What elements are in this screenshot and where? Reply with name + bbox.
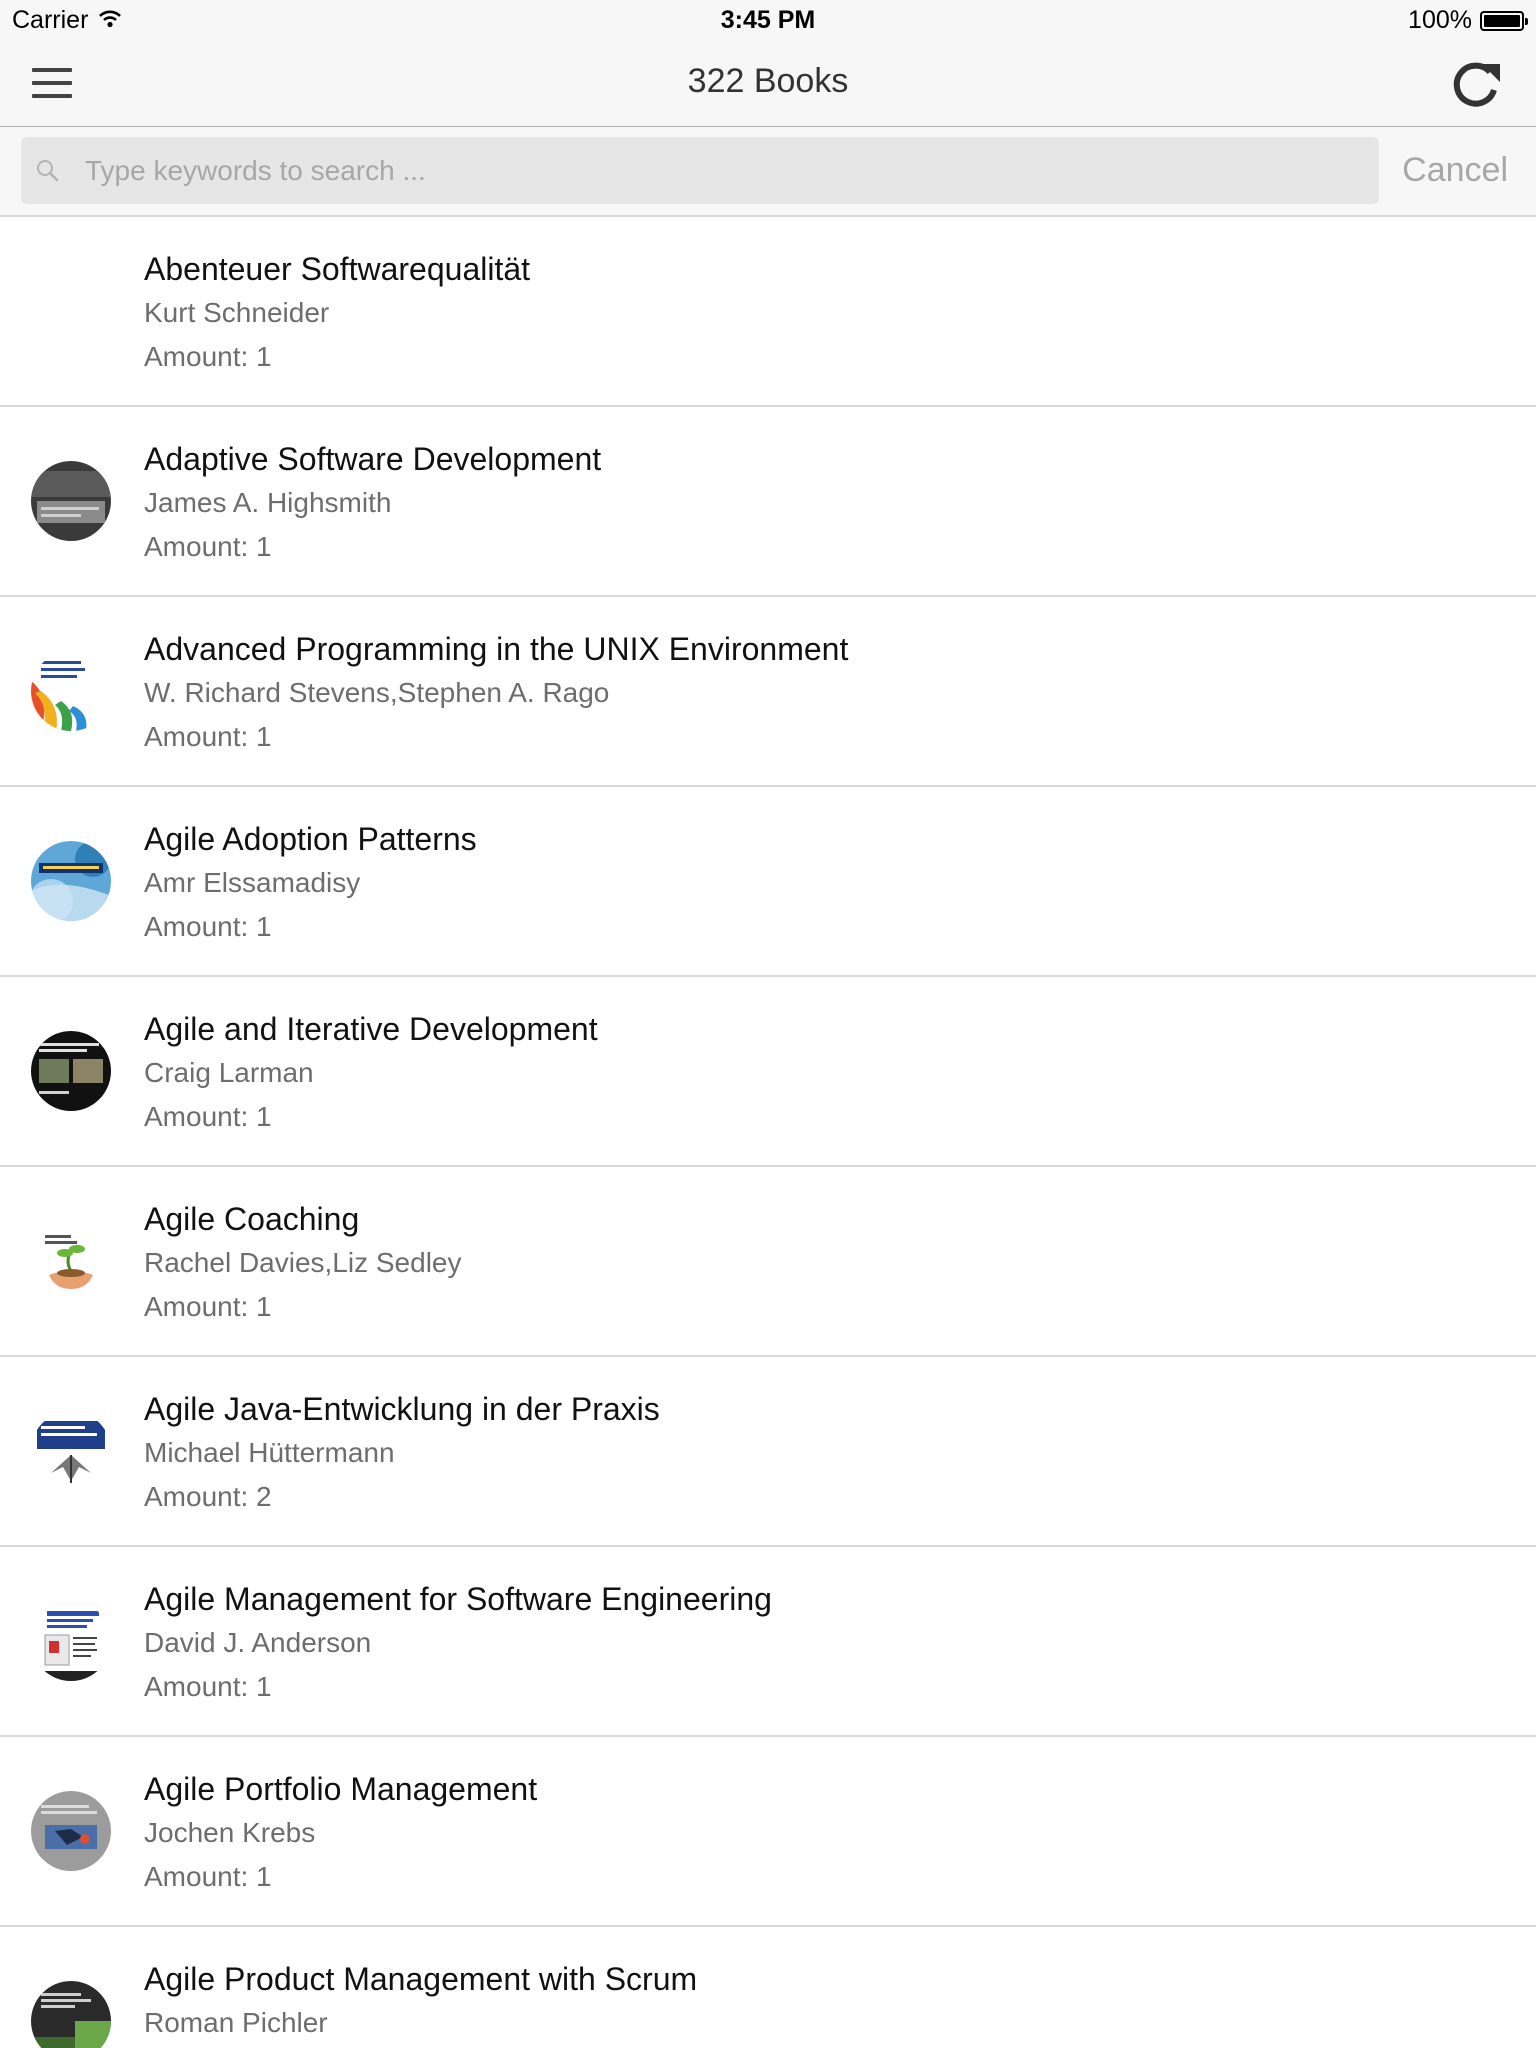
book-author: David J. Anderson xyxy=(144,1627,372,1658)
book-title: Agile Coaching xyxy=(144,1201,360,1237)
book-title: Abenteuer Softwarequalität xyxy=(144,251,531,287)
book-title: Agile Adoption Patterns xyxy=(144,821,477,857)
battery-group: 100% xyxy=(1408,6,1528,35)
book-author: W. Richard Stevens,Stephen A. Rago xyxy=(144,677,610,708)
book-cover-thumbnail xyxy=(31,841,111,921)
battery-fill xyxy=(1484,14,1520,27)
search-field[interactable] xyxy=(21,137,1379,204)
book-amount: Amount: 1 xyxy=(144,911,272,942)
book-amount: Amount: 1 xyxy=(144,1291,272,1322)
battery-percent: 100% xyxy=(1408,6,1472,34)
book-author: Kurt Schneider xyxy=(144,297,330,328)
book-author: Amr Elssamadisy xyxy=(144,867,361,898)
book-cover-thumbnail xyxy=(31,1791,111,1871)
book-row[interactable]: Agile Adoption Patterns Amr Elssamadisy … xyxy=(0,787,1536,977)
book-row[interactable]: Agile and Iterative Development Craig La… xyxy=(0,977,1536,1167)
search-icon xyxy=(35,158,61,184)
book-title: Agile Management for Software Engineerin… xyxy=(144,1581,772,1617)
book-author: Michael Hüttermann xyxy=(144,1437,395,1468)
battery-nub xyxy=(1525,17,1528,25)
book-amount: Amount: 1 xyxy=(144,1671,272,1702)
book-title: Advanced Programming in the UNIX Environ… xyxy=(144,631,849,667)
search-input[interactable] xyxy=(85,137,1355,204)
refresh-icon[interactable] xyxy=(1446,56,1504,114)
book-row[interactable]: Abenteuer Softwarequalität Kurt Schneide… xyxy=(0,217,1536,407)
book-row[interactable]: Agile Portfolio Management Jochen Krebs … xyxy=(0,1737,1536,1927)
cancel-button[interactable]: Cancel xyxy=(1402,151,1508,190)
clock: 3:45 PM xyxy=(720,6,816,34)
book-amount: Amount: 1 xyxy=(144,531,272,562)
book-row[interactable]: Advanced Programming in the UNIX Environ… xyxy=(0,597,1536,787)
book-cover-thumbnail xyxy=(31,1221,111,1301)
book-author: James A. Highsmith xyxy=(144,487,392,518)
book-cover-thumbnail xyxy=(31,1411,111,1491)
navigation-bar: 322 Books xyxy=(0,40,1536,127)
book-title: Agile and Iterative Development xyxy=(144,1011,598,1047)
book-row[interactable]: Agile Java-Entwicklung in der Praxis Mic… xyxy=(0,1357,1536,1547)
books-screen: Carrier 3:45 PM 100% 322 Books Type keyw… xyxy=(0,0,1536,2048)
book-title: Agile Java-Entwicklung in der Praxis xyxy=(144,1391,660,1427)
book-cover-thumbnail xyxy=(31,1981,111,2048)
book-row[interactable]: Agile Coaching Rachel Davies,Liz Sedley … xyxy=(0,1167,1536,1357)
book-amount: Amount: 2 xyxy=(144,1481,272,1512)
book-row[interactable]: Agile Product Management with Scrum Roma… xyxy=(0,1927,1536,2048)
book-author: Roman Pichler xyxy=(144,2007,328,2038)
book-row[interactable]: Adaptive Software Development James A. H… xyxy=(0,407,1536,597)
book-cover-thumbnail xyxy=(31,1601,111,1681)
battery-icon xyxy=(1480,10,1528,31)
page-title: 322 Books xyxy=(687,62,849,100)
book-amount: Amount: 1 xyxy=(144,341,272,372)
book-author: Rachel Davies,Liz Sedley xyxy=(144,1247,462,1278)
book-author: Jochen Krebs xyxy=(144,1817,316,1848)
book-title: Adaptive Software Development xyxy=(144,441,602,477)
search-bar: Cancel xyxy=(0,127,1536,217)
book-amount: Amount: 1 xyxy=(144,1861,272,1892)
book-amount: Amount: 1 xyxy=(144,1101,272,1132)
book-author: Craig Larman xyxy=(144,1057,314,1088)
book-title: Agile Product Management with Scrum xyxy=(144,1961,698,1997)
book-list: Abenteuer Softwarequalität Kurt Schneide… xyxy=(0,217,1536,2048)
book-cover-thumbnail xyxy=(31,1031,111,1111)
book-row[interactable]: Agile Management for Software Engineerin… xyxy=(0,1547,1536,1737)
book-amount: Amount: 1 xyxy=(144,721,272,752)
book-title: Agile Portfolio Management xyxy=(144,1771,538,1807)
status-bar: Carrier 3:45 PM 100% xyxy=(0,0,1536,40)
book-cover-thumbnail xyxy=(31,461,111,541)
book-cover-thumbnail xyxy=(31,651,111,731)
